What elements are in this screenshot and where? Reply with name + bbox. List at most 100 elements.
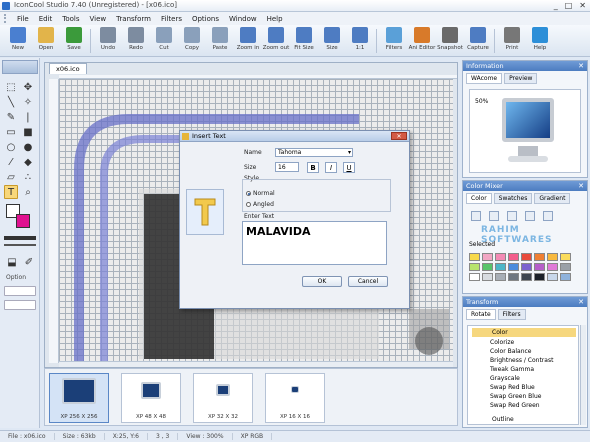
1-1-button[interactable]: 1:1 (346, 27, 374, 55)
color-swatch[interactable] (495, 263, 506, 271)
spray-tool-icon[interactable]: ∴ (21, 170, 35, 184)
new-button[interactable]: New (4, 27, 32, 55)
underline-button[interactable]: U (343, 162, 355, 173)
color-swatch[interactable] (508, 253, 519, 261)
color-swatch[interactable] (482, 253, 493, 261)
eyedropper-tool-icon[interactable]: ⁄ (4, 155, 18, 169)
color-mode-button[interactable] (471, 211, 481, 221)
tree-item[interactable]: Swap Red Blue (490, 383, 553, 392)
color-swatch[interactable] (560, 263, 571, 271)
menu-options[interactable]: Options (187, 15, 224, 23)
thumbnail-32[interactable]: XP 32 X 32 (193, 373, 253, 423)
thumbnail-48[interactable]: XP 48 X 48 (121, 373, 181, 423)
maximize-button[interactable]: □ (565, 1, 573, 10)
style-normal-radio[interactable]: Normal (246, 190, 275, 197)
color-swatch[interactable] (495, 273, 506, 281)
transform-scrollbar[interactable] (580, 325, 586, 425)
document-tab[interactable]: x06.ico (49, 63, 87, 74)
panel-close-icon[interactable]: ✕ (578, 181, 584, 191)
color-mode-button[interactable] (525, 211, 535, 221)
font-size-input[interactable]: 16 (275, 162, 299, 172)
save-button[interactable]: Save (60, 27, 88, 55)
redo-button[interactable]: Redo (122, 27, 150, 55)
color-swatch[interactable] (560, 253, 571, 261)
capture-button[interactable]: Capture (464, 27, 492, 55)
tab-filters[interactable]: Filters (497, 309, 526, 320)
pencil-tool-icon[interactable]: ✎ (4, 110, 18, 124)
menu-filters[interactable]: Filters (156, 15, 187, 23)
color-mode-button[interactable] (543, 211, 553, 221)
italic-button[interactable]: I (325, 162, 337, 173)
text-tool-icon[interactable]: T (4, 185, 18, 199)
tab-color[interactable]: Color (466, 193, 492, 204)
close-button[interactable]: ✕ (579, 1, 586, 10)
color-swatch[interactable] (508, 273, 519, 281)
zoom-in-button[interactable]: Zoom in (234, 27, 262, 55)
text-input[interactable]: MALAVIDA (242, 221, 387, 265)
menu-window[interactable]: Window (224, 15, 262, 23)
tab-swatches[interactable]: Swatches (493, 193, 533, 204)
color-swatch[interactable] (482, 273, 493, 281)
color-swatch[interactable] (469, 273, 480, 281)
tab-preview[interactable]: Preview (504, 73, 538, 84)
size-button[interactable]: Size (318, 27, 346, 55)
color-swatch[interactable] (547, 273, 558, 281)
tree-item[interactable]: Brightness / Contrast (490, 356, 553, 365)
print-button[interactable]: Print (498, 27, 526, 55)
line-width-selector[interactable] (4, 236, 36, 240)
wand-tool-icon[interactable]: ✧ (21, 95, 35, 109)
menu-transform[interactable]: Transform (111, 15, 156, 23)
color-swatch[interactable] (521, 253, 532, 261)
color-swatch[interactable] (508, 263, 519, 271)
color-swatch[interactable] (547, 263, 558, 271)
minimize-button[interactable]: _ (554, 1, 558, 10)
rectangle-tool-icon[interactable]: ▭ (4, 125, 18, 139)
thumbnail-256[interactable]: XP 256 X 256 (49, 373, 109, 423)
menu-view[interactable]: View (85, 15, 112, 23)
color-swatch[interactable] (469, 253, 480, 261)
zoom-out-button[interactable]: Zoom out (262, 27, 290, 55)
menu-tools[interactable]: Tools (57, 15, 84, 23)
tab-rotate[interactable]: Rotate (466, 309, 496, 320)
dialog-close-button[interactable]: ✕ (391, 132, 407, 140)
color-swatch[interactable] (469, 263, 480, 271)
option-field-1[interactable] (4, 286, 36, 296)
tree-item[interactable]: Colorize (490, 338, 553, 347)
tree-item[interactable]: Swap Green Blue (490, 392, 553, 401)
menu-file[interactable]: File (12, 15, 34, 23)
option-field-2[interactable] (4, 300, 36, 310)
brush-tool-icon[interactable]: ❘ (21, 110, 35, 124)
color-swatch[interactable] (495, 253, 506, 261)
color-swatch[interactable] (482, 263, 493, 271)
menu-help[interactable]: Help (262, 15, 288, 23)
canvas-horizontal-scrollbar[interactable] (59, 361, 453, 367)
option-icon-2[interactable]: ✐ (22, 255, 36, 269)
marquee-tool-icon[interactable]: ⬚ (4, 80, 18, 94)
open-button[interactable]: Open (32, 27, 60, 55)
filters-button[interactable]: Filters (380, 27, 408, 55)
tree-item[interactable]: Swap Red Green (490, 401, 553, 410)
font-name-select[interactable]: Tahoma ▾ (275, 148, 353, 157)
color-swatch[interactable] (534, 273, 545, 281)
background-color-swatch[interactable] (16, 214, 30, 228)
tab-welcome[interactable]: WAcome (466, 73, 503, 84)
zoom-tool-icon[interactable]: ⌕ (21, 185, 35, 199)
ellipse-tool-icon[interactable]: ○ (4, 140, 18, 154)
panel-close-icon[interactable]: ✕ (578, 61, 584, 71)
snapshot-button[interactable]: Snapshot (436, 27, 464, 55)
style-angled-radio[interactable]: Angled (246, 201, 274, 208)
color-mode-button[interactable] (489, 211, 499, 221)
cancel-button[interactable]: Cancel (348, 276, 388, 287)
line-width-option[interactable] (4, 244, 36, 246)
color-mode-button[interactable] (507, 211, 517, 221)
ok-button[interactable]: OK (302, 276, 342, 287)
color-swatch[interactable] (547, 253, 558, 261)
ani-editor-button[interactable]: Ani Editor (408, 27, 436, 55)
line-tool-icon[interactable]: ╲ (4, 95, 18, 109)
move-tool-icon[interactable]: ✥ (21, 80, 35, 94)
color-swatch[interactable] (521, 263, 532, 271)
option-icon-1[interactable]: ⬓ (4, 255, 20, 269)
fit-size-button[interactable]: Fit Size (290, 27, 318, 55)
filled-rectangle-tool-icon[interactable]: ■ (21, 125, 35, 139)
thumbnail-16[interactable]: XP 16 X 16 (265, 373, 325, 423)
